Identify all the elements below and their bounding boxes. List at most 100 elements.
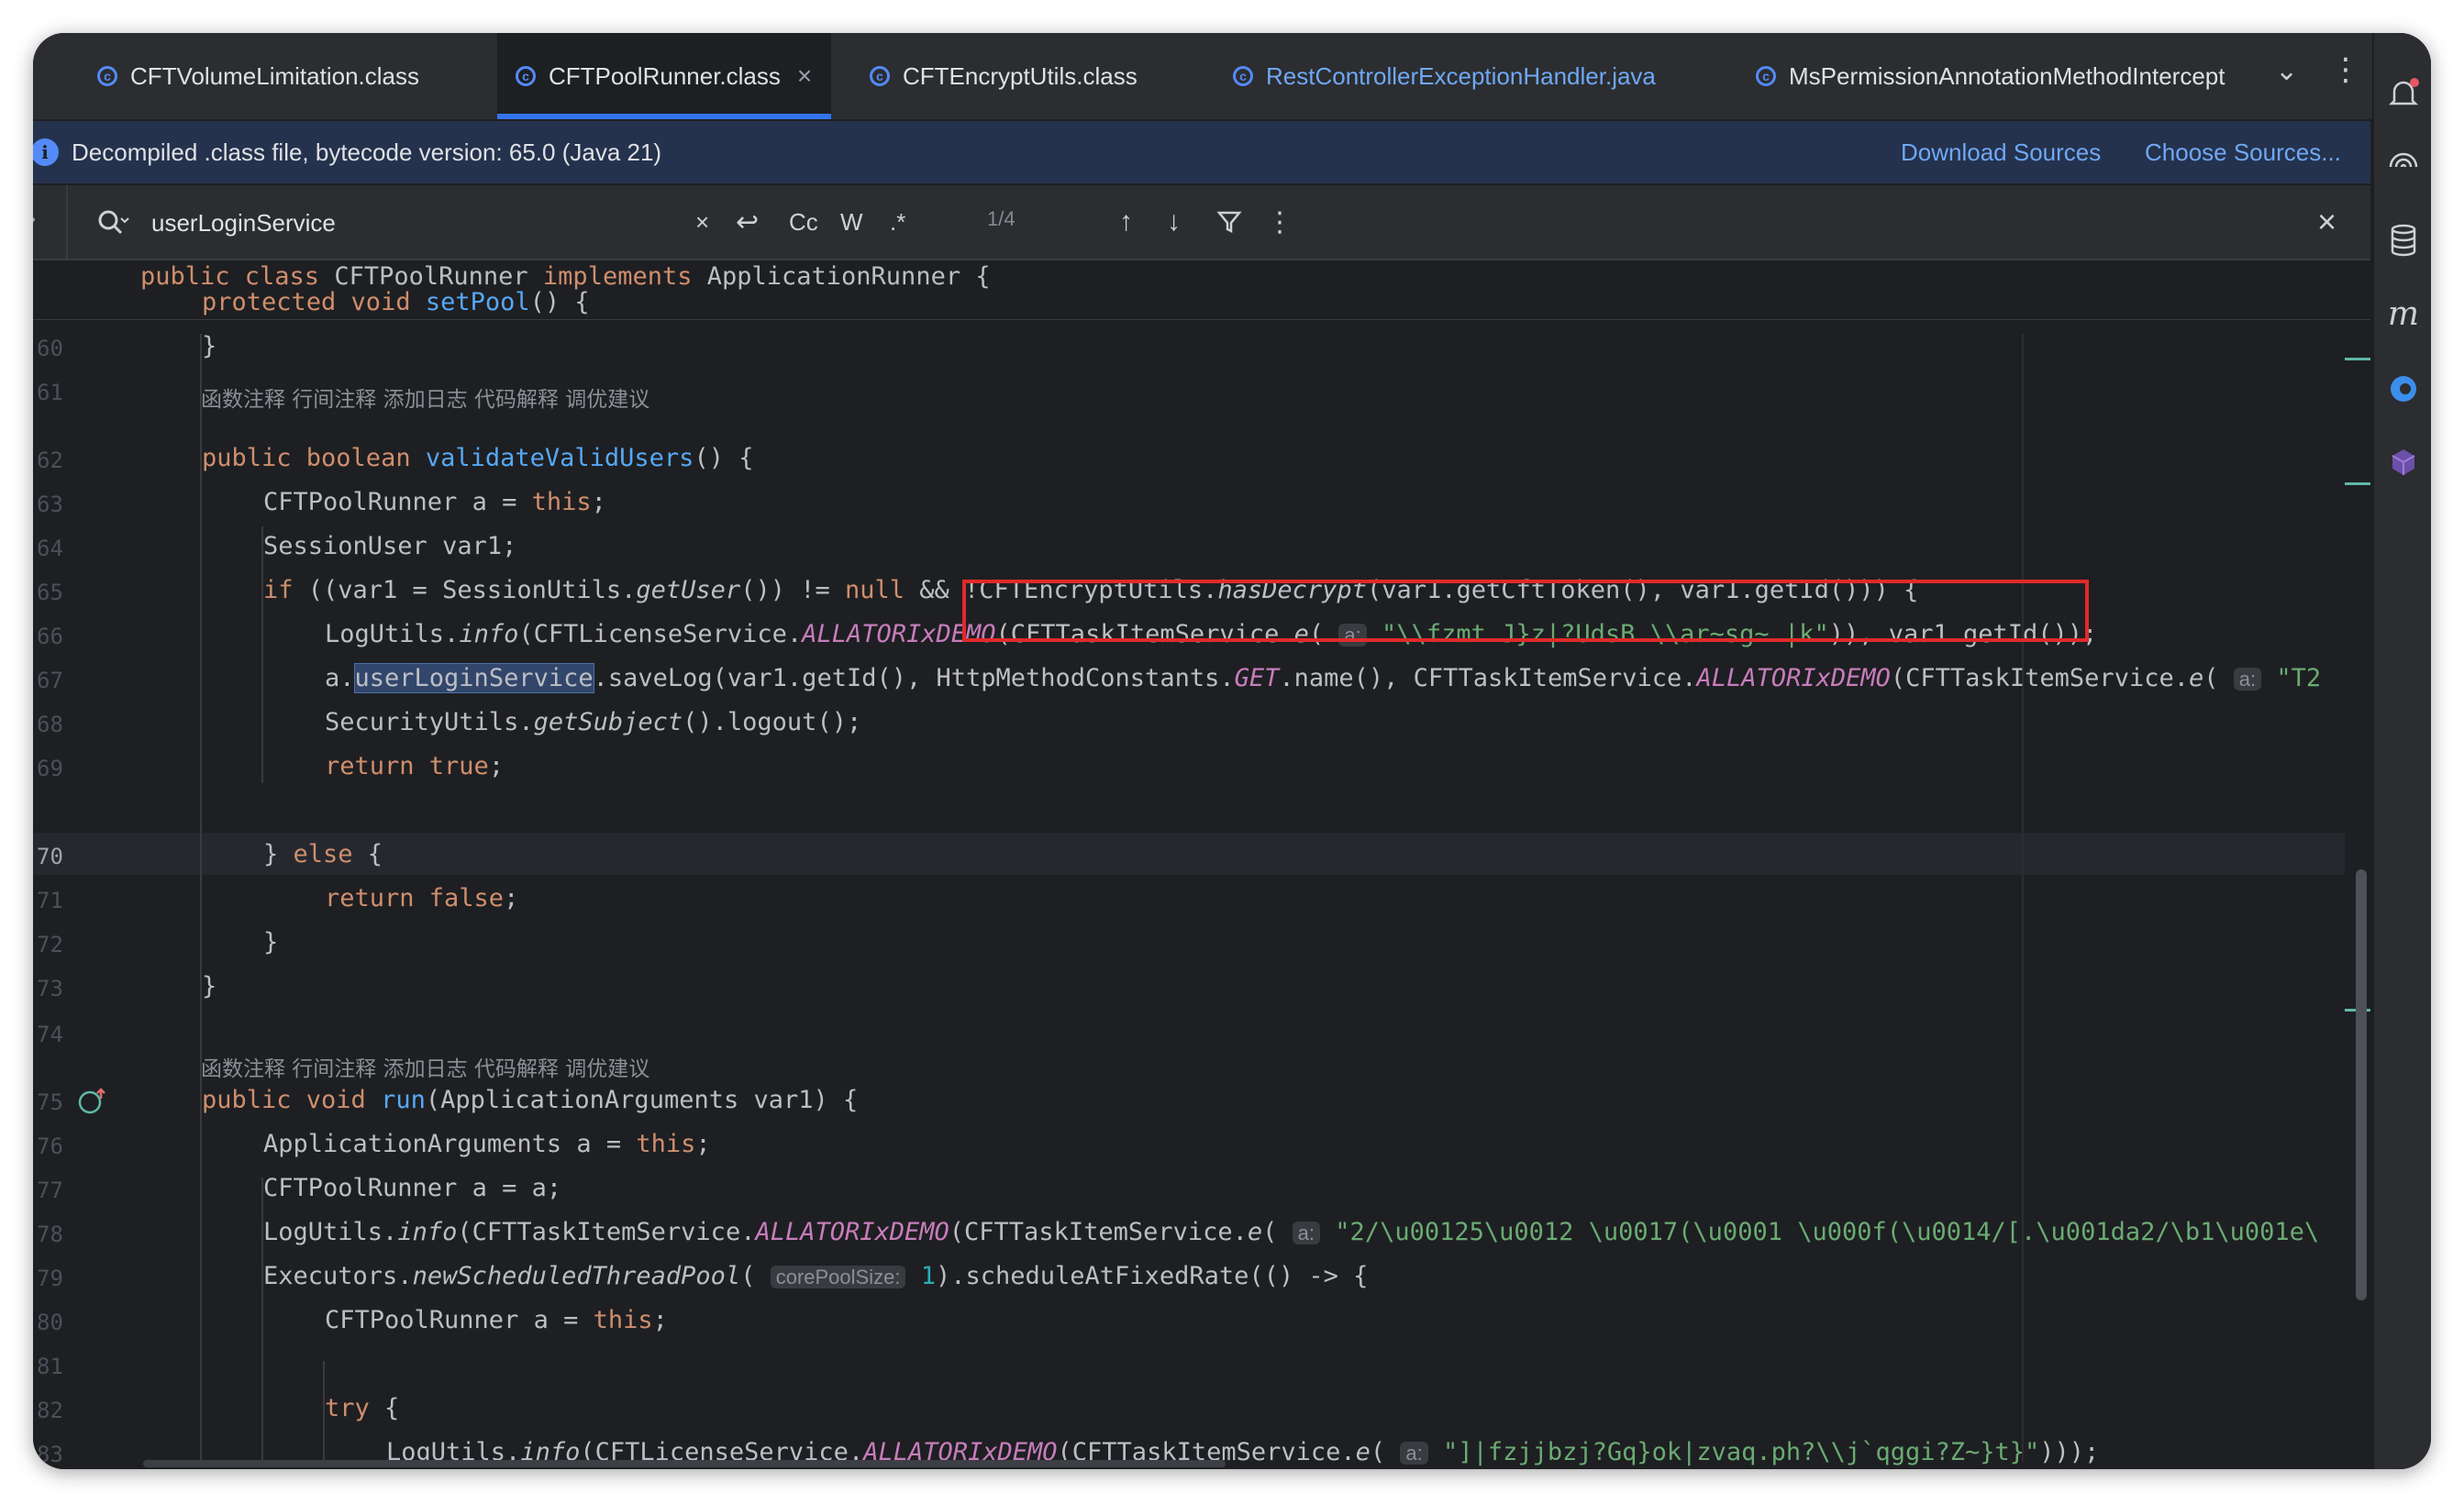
string-literal: "2/\u00125\u0012 \u0017(\u0001 \u000f(\u… xyxy=(1335,1218,2320,1246)
line-number: 71 xyxy=(37,888,63,913)
line-number: 63 xyxy=(37,492,63,517)
sticky-scroll-header: public class CFTPoolRunner implements Ap… xyxy=(33,260,2370,320)
line-number: 83 xyxy=(37,1442,63,1467)
plugin-cube-icon[interactable] xyxy=(2383,442,2424,482)
line-number: 66 xyxy=(37,624,63,649)
info-icon: i xyxy=(33,138,59,166)
tab-cftvolumelimitation[interactable]: c CFTVolumeLimitation.class xyxy=(97,33,419,119)
code-line-else: } else { xyxy=(263,840,383,868)
indent-guide xyxy=(261,526,263,783)
param-hint: a: xyxy=(1292,1222,1321,1244)
bell-icon[interactable] xyxy=(2383,73,2424,114)
line-number: 76 xyxy=(37,1134,63,1159)
more-vertical-icon[interactable]: ⋮ xyxy=(2330,51,2361,88)
change-marker xyxy=(2345,482,2370,485)
download-sources-link[interactable]: Download Sources xyxy=(1901,138,2101,167)
code-line-return-true: return true; xyxy=(325,752,505,780)
search-input[interactable] xyxy=(150,202,667,244)
code-line-savelog: a.userLoginService.saveLog(var1.getId(),… xyxy=(325,663,2322,693)
line-number: 79 xyxy=(37,1266,63,1291)
code-line: CFTPoolRunner a = this; xyxy=(325,1306,668,1334)
line-number: 78 xyxy=(37,1222,63,1247)
class-icon: c xyxy=(1233,66,1253,86)
database-icon[interactable] xyxy=(2383,220,2424,260)
line-number: 80 xyxy=(37,1310,63,1335)
clear-search-icon[interactable]: × xyxy=(695,202,709,242)
code-line-try: try { xyxy=(325,1394,400,1422)
horizontal-scrollbar[interactable] xyxy=(143,1460,1226,1467)
line-number: 82 xyxy=(37,1398,63,1423)
tab-label: RestControllerExceptionHandler.java xyxy=(1266,61,1656,90)
tab-label: CFTPoolRunner.class xyxy=(549,61,781,90)
code-line: ApplicationArguments a = this; xyxy=(263,1130,711,1158)
editor-tab-bar: c CFTVolumeLimitation.class c CFTPoolRun… xyxy=(33,33,2431,121)
right-tool-strip: m xyxy=(2372,33,2431,1469)
number-literal: 1 xyxy=(920,1262,936,1290)
tab-label: CFTVolumeLimitation.class xyxy=(130,61,419,90)
chevron-down-icon[interactable]: ⌄ xyxy=(2275,55,2298,87)
tab-mspermissionannotation[interactable]: c MsPermissionAnnotationMethodIntercept xyxy=(1756,33,2251,119)
line-number: 73 xyxy=(37,976,63,1001)
close-find-icon[interactable]: × xyxy=(2317,202,2336,242)
line-number: 65 xyxy=(37,580,63,605)
whole-words-toggle[interactable]: W xyxy=(840,202,863,242)
class-icon: c xyxy=(516,66,536,86)
ai-actions-hint[interactable]: 函数注释 行间注释 添加日志 代码解释 调优建议 xyxy=(201,382,649,413)
previous-match-icon[interactable]: ↑ xyxy=(1119,202,1133,242)
line-number: 77 xyxy=(37,1178,63,1203)
close-tab-icon[interactable]: × xyxy=(797,61,812,91)
right-margin-guide xyxy=(2022,334,2024,1462)
expand-replace-icon[interactable]: › xyxy=(33,204,36,233)
divider xyxy=(66,185,68,259)
code-editor[interactable]: 33 42 60 61 62 63 64 65 66 67 68 69 70 7… xyxy=(33,260,2370,1469)
match-case-toggle[interactable]: Cc xyxy=(789,202,818,242)
code-line: } xyxy=(202,972,217,1001)
line-number: 72 xyxy=(37,932,63,957)
ide-window: c CFTVolumeLimitation.class c CFTPoolRun… xyxy=(33,33,2431,1469)
banner-text: Decompiled .class file, bytecode version… xyxy=(72,138,662,166)
code-line-validate-method: public boolean validateValidUsers() { xyxy=(202,444,754,472)
new-line-icon[interactable]: ↩ xyxy=(736,202,759,242)
copilot-icon[interactable] xyxy=(2383,369,2424,409)
implements-gutter-icon[interactable] xyxy=(77,1086,108,1117)
regex-toggle[interactable]: .* xyxy=(890,202,905,242)
decompiled-info-banner: i Decompiled .class file, bytecode versi… xyxy=(33,121,2370,183)
class-icon: c xyxy=(1756,66,1776,86)
param-hint: a: xyxy=(1400,1442,1428,1465)
string-literal: "T2 xyxy=(2276,664,2322,692)
ai-actions-hint[interactable]: 函数注释 行间注释 添加日志 代码解释 调优建议 xyxy=(201,1051,649,1082)
find-bar: › × ↩ Cc W .* 1/4 ↑ ↓ ⋮ × xyxy=(33,185,2370,260)
tab-restcontrollerexceptionhandler[interactable]: c RestControllerExceptionHandler.java xyxy=(1233,33,1656,119)
tab-cftpoolrunner[interactable]: c CFTPoolRunner.class × xyxy=(497,33,831,119)
line-number: 62 xyxy=(37,448,63,473)
class-icon: c xyxy=(870,66,890,86)
code-line-setpool: protected void setPool() { xyxy=(202,288,590,316)
change-marker xyxy=(2345,358,2370,360)
param-hint: corePoolSize: xyxy=(770,1266,906,1288)
line-number: 67 xyxy=(37,668,63,693)
code-line: SessionUser var1; xyxy=(263,532,517,560)
ai-assistant-icon[interactable] xyxy=(2383,147,2424,187)
code-line: CFTPoolRunner a = a; xyxy=(263,1174,562,1202)
more-options-icon[interactable]: ⋮ xyxy=(1266,202,1293,242)
code-line-run-method: public void run(ApplicationArguments var… xyxy=(202,1086,859,1114)
code-line-executors: Executors.newScheduledThreadPool( corePo… xyxy=(263,1262,1369,1290)
next-match-icon[interactable]: ↓ xyxy=(1167,202,1181,242)
tab-label: MsPermissionAnnotationMethodIntercept xyxy=(1789,61,2225,90)
annotation-highlight-box xyxy=(962,580,2089,642)
choose-sources-link[interactable]: Choose Sources... xyxy=(2145,138,2341,167)
tab-cftencryptutils[interactable]: c CFTEncryptUtils.class xyxy=(870,33,1138,119)
filter-icon[interactable] xyxy=(1216,209,1242,235)
line-gutter: 33 42 60 61 62 63 64 65 66 67 68 69 70 7… xyxy=(33,260,134,1469)
vertical-scrollbar[interactable] xyxy=(2356,869,2367,1300)
line-number: 70 xyxy=(37,844,63,869)
line-number: 81 xyxy=(37,1354,63,1379)
maven-icon[interactable]: m xyxy=(2383,293,2424,334)
line-number: 60 xyxy=(37,336,63,361)
search-icon[interactable] xyxy=(94,204,130,240)
code-line-return-false: return false; xyxy=(325,884,519,912)
code-line: } xyxy=(263,928,279,957)
code-line-class-decl: public class CFTPoolRunner implements Ap… xyxy=(140,262,991,291)
search-match: userLoginService xyxy=(353,663,594,693)
match-count: 1/4 xyxy=(987,207,1016,230)
